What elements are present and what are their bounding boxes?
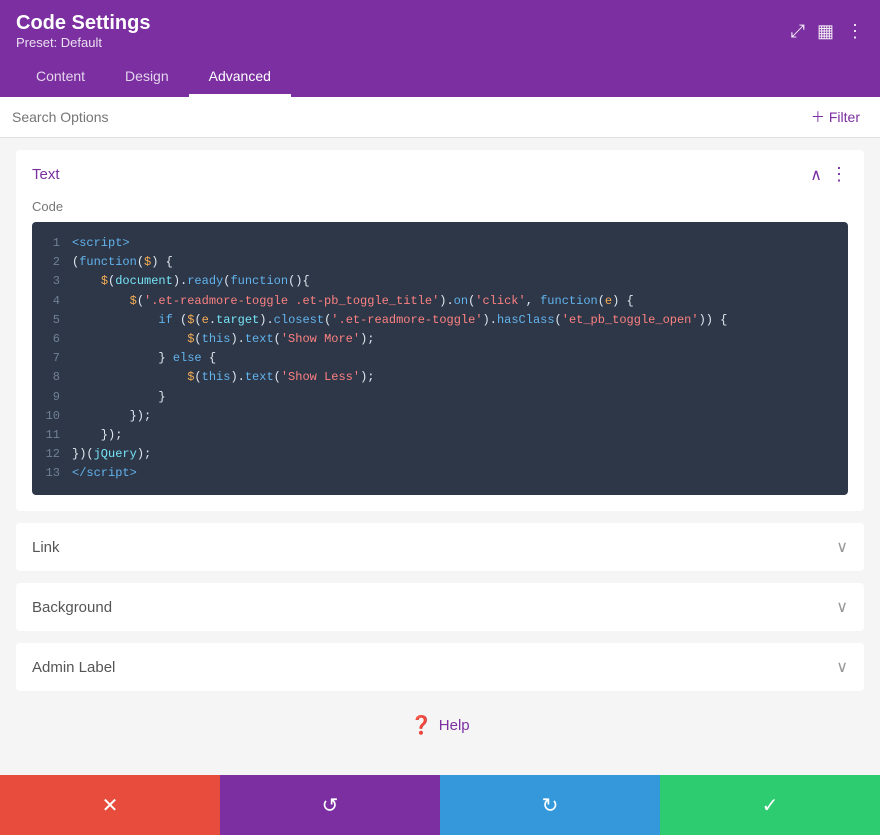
code-line-13: 13 </script> [32,464,848,483]
bottom-toolbar: ✕ ↺ ↻ ✓ [0,775,880,835]
help-section[interactable]: ❓ Help [0,699,880,752]
expand-icon[interactable]: ⤢ [791,21,805,42]
page-title: Code Settings [16,12,150,35]
search-bar: ＋ Filter [0,97,880,138]
code-label: Code [32,199,848,214]
code-line-7: 7 } else { [32,349,848,368]
background-section-header[interactable]: Background ∨ [16,583,864,631]
code-line-12: 12 })(jQuery); [32,445,848,464]
cancel-icon: ✕ [102,793,119,818]
code-line-8: 8 $(this).text('Show Less'); [32,368,848,387]
redo-icon: ↻ [542,793,559,818]
header-left: Code Settings Preset: Default [16,12,150,50]
link-section: Link ∨ [16,523,864,571]
more-icon[interactable]: ⋮ [846,21,864,42]
save-button[interactable]: ✓ [660,775,880,835]
code-line-3: 3 $(document).ready(function(){ [32,272,848,291]
code-editor[interactable]: 1 <script> 2 (function($) { 3 $(document… [32,222,848,495]
search-input[interactable] [12,97,803,137]
filter-label: Filter [829,109,860,125]
admin-label-section-title: Admin Label [32,659,115,676]
text-more-icon[interactable]: ⋮ [830,164,848,185]
text-collapse-icon[interactable]: ∧ [810,165,822,185]
code-line-5: 5 if ($(e.target).closest('.et-readmore-… [32,311,848,330]
code-line-1: 1 <script> [32,234,848,253]
admin-label-section-header[interactable]: Admin Label ∨ [16,643,864,691]
background-expand-icon[interactable]: ∨ [836,597,848,617]
text-section-title: Text [32,166,60,183]
code-line-2: 2 (function($) { [32,253,848,272]
redo-button[interactable]: ↻ [440,775,660,835]
help-label: Help [439,717,470,734]
preset-selector[interactable]: Preset: Default [16,35,150,50]
tab-advanced[interactable]: Advanced [189,58,291,97]
text-section: Text ∧ ⋮ Code 1 <script> 2 (function($) … [16,150,864,511]
code-line-11: 11 }); [32,426,848,445]
tab-content[interactable]: Content [16,58,105,97]
code-line-6: 6 $(this).text('Show More'); [32,330,848,349]
code-line-9: 9 } [32,388,848,407]
code-line-4: 4 $('.et-readmore-toggle .et-pb_toggle_t… [32,292,848,311]
text-section-actions: ∧ ⋮ [810,164,848,185]
save-icon: ✓ [762,793,779,818]
text-section-header[interactable]: Text ∧ ⋮ [16,150,864,199]
background-section: Background ∨ [16,583,864,631]
tab-design[interactable]: Design [105,58,189,97]
link-section-title: Link [32,539,60,556]
tabs: Content Design Advanced [16,58,864,97]
header-icons: ⤢ ▦ ⋮ [791,21,864,42]
admin-label-section: Admin Label ∨ [16,643,864,691]
link-section-header[interactable]: Link ∨ [16,523,864,571]
code-line-10: 10 }); [32,407,848,426]
text-section-content: Code 1 <script> 2 (function($) { 3 $(doc… [16,199,864,511]
link-expand-icon[interactable]: ∨ [836,537,848,557]
filter-button[interactable]: ＋ Filter [803,99,868,135]
columns-icon[interactable]: ▦ [817,21,834,42]
background-section-title: Background [32,599,112,616]
admin-label-expand-icon[interactable]: ∨ [836,657,848,677]
reset-icon: ↺ [322,793,339,818]
main-content: Text ∧ ⋮ Code 1 <script> 2 (function($) … [0,138,880,783]
filter-plus-icon: ＋ [811,107,825,127]
help-icon: ❓ [410,715,432,736]
cancel-button[interactable]: ✕ [0,775,220,835]
reset-button[interactable]: ↺ [220,775,440,835]
header-top: Code Settings Preset: Default ⤢ ▦ ⋮ [16,12,864,50]
header: Code Settings Preset: Default ⤢ ▦ ⋮ Cont… [0,0,880,97]
